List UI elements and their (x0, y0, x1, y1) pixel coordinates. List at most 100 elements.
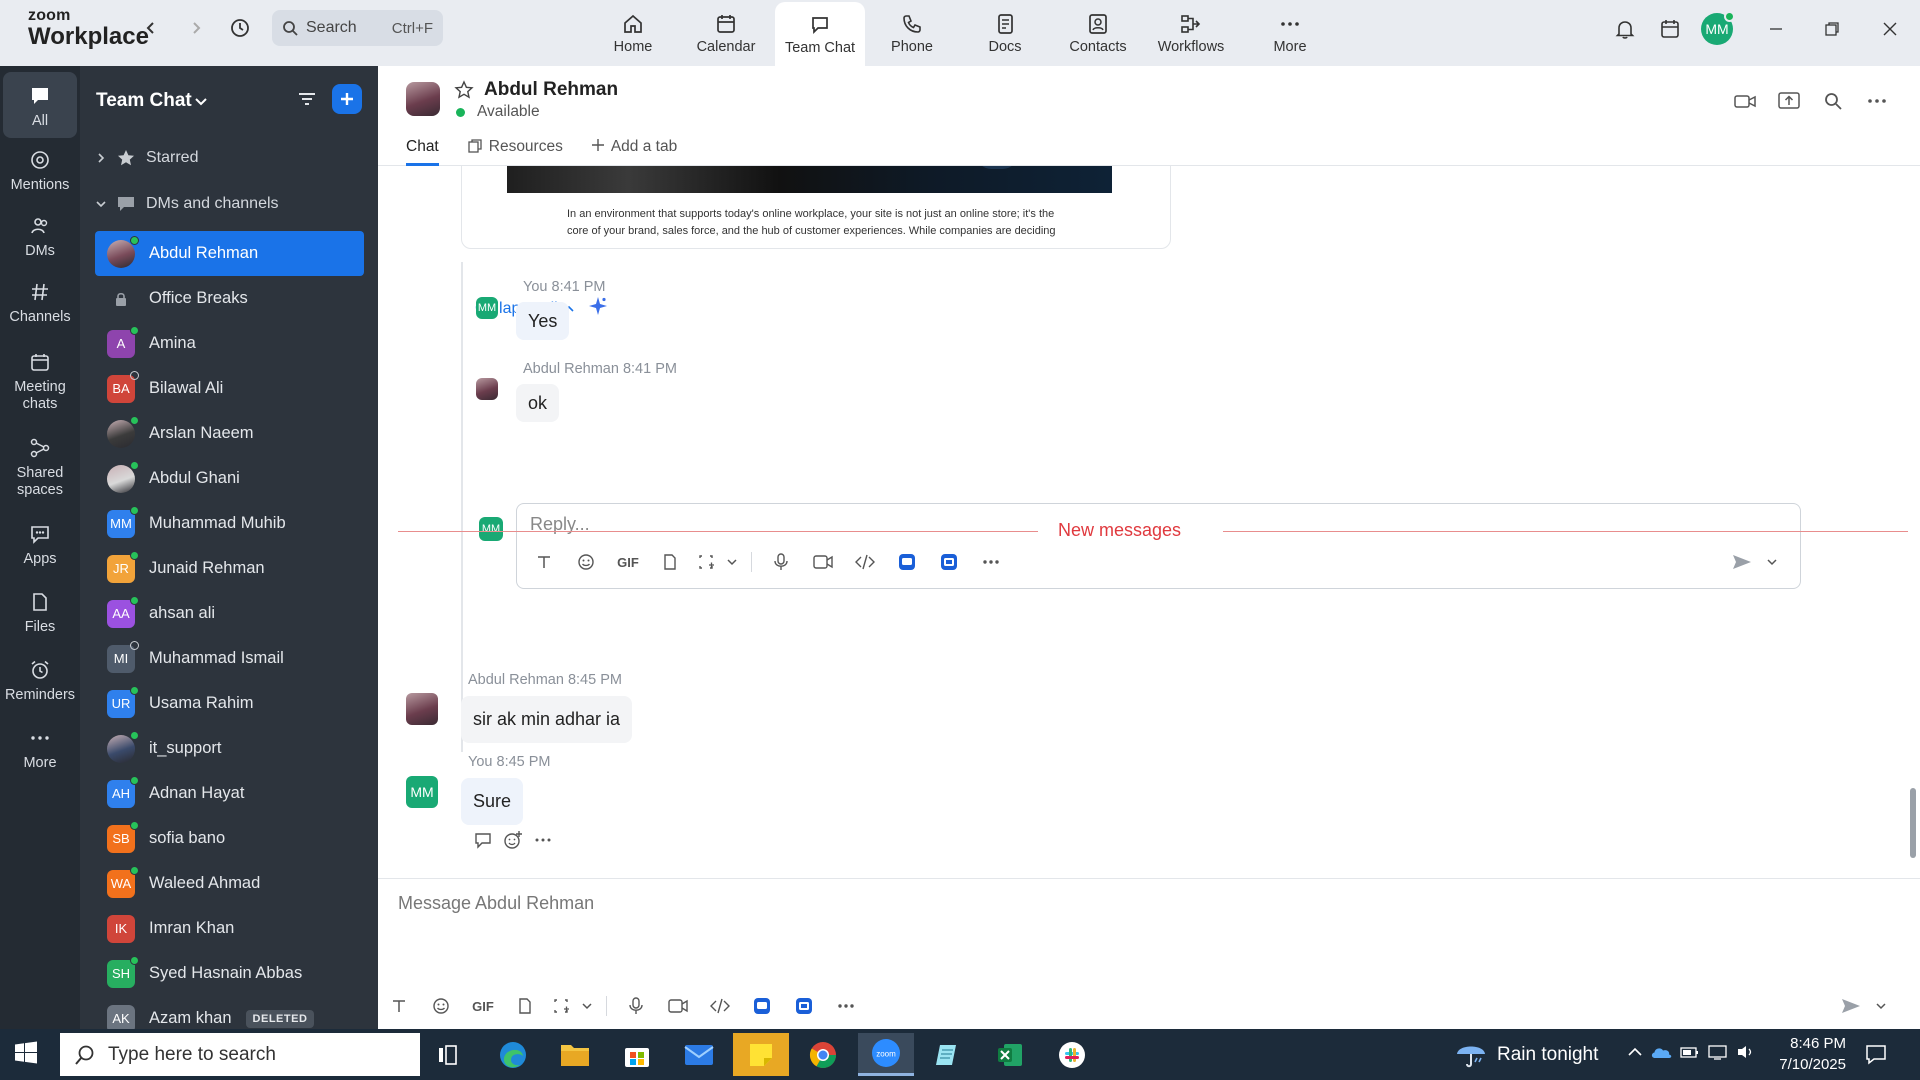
search-input[interactable]: Search Ctrl+F (272, 10, 443, 46)
screenshot-icon[interactable] (546, 992, 576, 1020)
app-icon-1[interactable] (741, 992, 783, 1020)
video-message-icon[interactable] (657, 992, 699, 1020)
notepad-icon[interactable] (920, 1033, 976, 1076)
history-icon[interactable] (226, 14, 254, 42)
network-icon[interactable] (1704, 1044, 1732, 1060)
section-dms-channels[interactable]: DMs and channels (96, 194, 279, 214)
chevron-down-icon[interactable] (194, 94, 208, 113)
microphone-icon[interactable] (760, 548, 802, 576)
message-scrollbar[interactable] (1908, 166, 1918, 878)
gif-button[interactable]: GIF (607, 548, 649, 576)
close-icon[interactable] (1870, 14, 1910, 44)
more-options-icon[interactable] (528, 837, 558, 843)
store-icon[interactable] (609, 1033, 665, 1076)
message-bubble[interactable]: Yes (516, 302, 570, 340)
avatar[interactable] (406, 693, 438, 725)
restore-icon[interactable] (1812, 14, 1852, 44)
tray-chevron-up-icon[interactable] (1624, 1046, 1646, 1058)
mail-icon[interactable] (671, 1033, 727, 1076)
edge-browser-icon[interactable] (485, 1033, 541, 1076)
rail-dms[interactable]: DMs (3, 212, 77, 260)
list-item[interactable]: AH Adnan Hayat (95, 771, 364, 816)
tab-chat[interactable]: Chat (406, 136, 439, 166)
avatar[interactable]: MM (406, 776, 438, 808)
list-item[interactable]: A Amina (95, 321, 364, 366)
file-icon[interactable] (504, 992, 546, 1020)
app-icon-1[interactable] (886, 548, 928, 576)
user-avatar[interactable]: MM (1701, 11, 1735, 45)
ai-sparkle-icon[interactable] (588, 296, 608, 321)
rail-apps[interactable]: Apps (3, 520, 77, 568)
rail-mentions[interactable]: Mentions (3, 146, 77, 194)
file-explorer-icon[interactable] (547, 1033, 603, 1076)
list-item[interactable]: Abdul Ghani (95, 456, 364, 501)
microphone-icon[interactable] (615, 992, 657, 1020)
nav-docs[interactable]: Docs (960, 0, 1050, 66)
taskbar-search[interactable]: Type here to search (60, 1033, 420, 1076)
rail-meeting-chats[interactable]: Meeting chats (3, 348, 77, 414)
more-options-icon[interactable] (825, 992, 867, 1020)
list-item[interactable]: JR Junaid Rehman (95, 546, 364, 591)
scrollbar-thumb[interactable] (1910, 788, 1916, 858)
list-item[interactable]: IK Imran Khan (95, 906, 364, 951)
task-view-icon[interactable] (421, 1033, 477, 1076)
nav-contacts[interactable]: Contacts (1053, 0, 1143, 66)
chevron-down-icon[interactable] (1757, 548, 1787, 576)
chevron-down-icon[interactable] (721, 548, 743, 576)
onedrive-icon[interactable] (1646, 1045, 1676, 1059)
app-icon-2[interactable] (783, 992, 825, 1020)
rail-reminders[interactable]: Reminders (3, 656, 77, 704)
list-item[interactable]: Office Breaks (95, 276, 364, 321)
list-item[interactable]: AA ahsan ali (95, 591, 364, 636)
share-screen-icon[interactable] (1774, 86, 1804, 116)
text-format-icon[interactable] (523, 548, 565, 576)
nav-calendar[interactable]: Calendar (681, 0, 771, 66)
list-item[interactable]: BA Bilawal Ali (95, 366, 364, 411)
chevron-down-icon[interactable] (1866, 992, 1896, 1020)
volume-icon[interactable] (1732, 1044, 1760, 1060)
send-icon[interactable] (1727, 548, 1757, 576)
message-composer[interactable]: Message Abdul Rehman GIF (378, 878, 1920, 1029)
text-format-icon[interactable] (378, 992, 420, 1020)
avatar[interactable] (476, 378, 498, 400)
list-item[interactable]: SH Syed Hasnain Abbas (95, 951, 364, 996)
calendar-check-icon[interactable] (1655, 14, 1685, 44)
rail-more[interactable]: More (3, 724, 77, 772)
contact-avatar[interactable] (406, 82, 440, 116)
rail-shared-spaces[interactable]: Shared spaces (3, 434, 77, 500)
emoji-icon[interactable] (565, 548, 607, 576)
send-icon[interactable] (1836, 992, 1866, 1020)
nav-home[interactable]: Home (588, 0, 678, 66)
bell-icon[interactable] (1610, 14, 1640, 44)
list-item[interactable]: UR Usama Rahim (95, 681, 364, 726)
notification-center-icon[interactable] (1864, 1042, 1888, 1071)
filter-icon[interactable] (296, 88, 318, 115)
gif-button[interactable]: GIF (462, 992, 504, 1020)
zoom-taskbar-icon[interactable]: zoom (858, 1033, 914, 1076)
list-item[interactable]: Abdul Rehman (95, 231, 364, 276)
screenshot-icon[interactable] (691, 548, 721, 576)
list-item[interactable]: WA Waleed Ahmad (95, 861, 364, 906)
nav-more[interactable]: More (1245, 0, 1335, 66)
search-icon[interactable] (1818, 86, 1848, 116)
video-call-icon[interactable] (1730, 86, 1760, 116)
add-reaction-icon[interactable] (498, 830, 528, 850)
message-bubble[interactable]: sir ak min adhar ia (461, 696, 633, 743)
chevron-down-icon[interactable] (576, 992, 598, 1020)
minimize-icon[interactable] (1756, 14, 1796, 44)
tab-add[interactable]: Add a tab (591, 136, 677, 166)
section-starred[interactable]: Starred (96, 148, 198, 168)
app-icon-2[interactable] (928, 548, 970, 576)
reply-thread-icon[interactable] (468, 831, 498, 849)
code-snippet-icon[interactable] (699, 992, 741, 1020)
weather-widget[interactable]: Rain tonight (1455, 1040, 1598, 1070)
new-chat-button[interactable] (332, 84, 362, 114)
chrome-icon[interactable] (795, 1033, 851, 1076)
taskbar-clock[interactable]: 8:46 PM 7/10/2025 (1766, 1033, 1846, 1075)
nav-phone[interactable]: Phone (867, 0, 957, 66)
message-bubble[interactable]: Sure (461, 778, 524, 825)
rail-all[interactable]: All (3, 72, 77, 139)
more-options-icon[interactable] (1862, 86, 1892, 116)
list-item[interactable]: SB sofia bano (95, 816, 364, 861)
list-item[interactable]: MI Muhammad Ismail (95, 636, 364, 681)
